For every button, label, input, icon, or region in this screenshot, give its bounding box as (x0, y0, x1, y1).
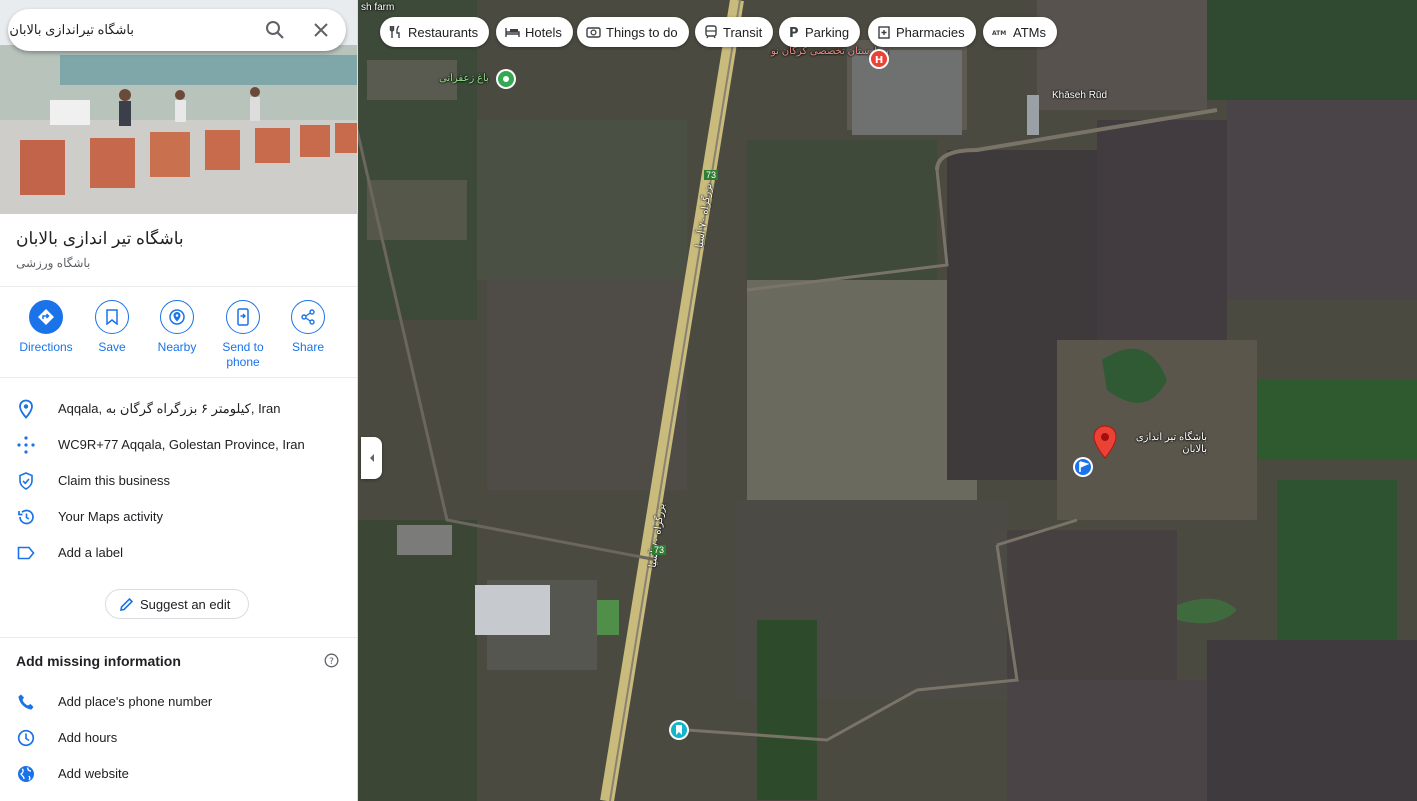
plus-code-icon (17, 436, 35, 454)
chip-parking[interactable]: P Parking (779, 17, 861, 47)
plus-code-row[interactable]: WC9R+77 Aqqala, Golestan Province, Iran (0, 427, 357, 463)
map-label-place[interactable]: باشگاه تیر اندازی بالابان (1117, 432, 1207, 456)
caret-left-icon (369, 454, 374, 462)
chip-label: Parking (805, 24, 850, 40)
chip-label: Pharmacies (896, 24, 965, 40)
chip-label: Restaurants (408, 24, 479, 40)
add-phone-text: Add place's phone number (58, 694, 213, 709)
hospital-pin-icon[interactable]: H (868, 48, 890, 70)
place-pin-icon[interactable] (1093, 425, 1117, 459)
missing-info-heading: Add missing information (16, 653, 181, 669)
add-website-row[interactable]: Add website (0, 756, 357, 792)
chip-label: Things to do (606, 24, 678, 40)
chip-pharmacies[interactable]: Pharmacies (868, 17, 976, 47)
location-pin-icon (19, 399, 33, 419)
add-label-text: Add a label (58, 545, 124, 560)
search-input[interactable]: باشگاه تیراندازی بالابان (9, 22, 134, 38)
svg-text:ATM: ATM (992, 30, 1006, 37)
divider (0, 377, 357, 378)
map-label-farm: sh farm (361, 2, 395, 13)
address-row[interactable]: Aqqala, کیلومتر ۶ بزرگراه گرگان به, Iran (0, 391, 357, 427)
share-label: Share (291, 340, 325, 354)
suggest-edit-button[interactable]: Suggest an edit (105, 589, 249, 619)
maps-activity-row[interactable]: Your Maps activity (0, 499, 357, 535)
svg-text:?: ? (329, 657, 334, 667)
chip-hotels[interactable]: Hotels (496, 17, 573, 47)
chip-restaurants[interactable]: Restaurants (380, 17, 490, 47)
claim-business-row[interactable]: Claim this business (0, 463, 357, 499)
add-website-text: Add website (58, 766, 129, 781)
add-label-row[interactable]: Add a label (0, 535, 357, 571)
chip-label: Hotels (525, 24, 562, 40)
globe-icon (18, 766, 34, 782)
send-to-phone-icon (237, 308, 249, 326)
collapse-panel-button[interactable] (361, 437, 382, 479)
save-label: Save (98, 340, 126, 354)
garden-pin-icon[interactable] (495, 68, 517, 90)
help-icon[interactable]: ? (324, 653, 339, 668)
claim-business-text: Claim this business (58, 473, 170, 488)
restaurant-icon (389, 25, 400, 38)
place-title: باشگاه تیر اندازی بالابان (16, 229, 184, 248)
flag-pin-icon[interactable] (1072, 456, 1094, 478)
pharmacy-icon (878, 26, 890, 39)
hotel-icon (505, 28, 520, 37)
add-hours-text: Add hours (58, 730, 118, 745)
add-hours-row[interactable]: Add hours (0, 720, 357, 756)
share-button[interactable]: Share (276, 300, 340, 355)
chip-things-to-do[interactable]: Things to do (577, 17, 689, 47)
plus-code-text: WC9R+77 Aqqala, Golestan Province, Iran (58, 437, 305, 452)
chip-label: Transit (723, 24, 763, 40)
place-side-panel: باشگاه تیراندازی بالابان باشگاه تیر اندا… (0, 0, 358, 801)
send-to-phone-label: Send to phone (222, 340, 264, 369)
directions-label: Directions (19, 340, 73, 354)
directions-button[interactable]: Directions (14, 300, 78, 355)
address-text: Aqqala, کیلومتر ۶ بزرگراه گرگان به, Iran (58, 401, 281, 416)
maps-activity-text: Your Maps activity (58, 509, 164, 524)
nearby-button[interactable]: Nearby (145, 300, 209, 355)
divider (0, 637, 357, 638)
chip-transit[interactable]: Transit (695, 17, 774, 47)
parking-icon: P (789, 26, 799, 39)
directions-icon (38, 309, 54, 325)
history-icon (18, 509, 34, 525)
svg-text:P: P (789, 26, 799, 39)
close-icon[interactable] (311, 20, 331, 40)
phone-icon (18, 694, 34, 710)
search-box[interactable]: باشگاه تیراندازی بالابان (8, 9, 346, 51)
save-button[interactable]: Save (80, 300, 144, 355)
nearby-icon (169, 309, 185, 325)
map-label-garden[interactable]: باغ زعفرانی (439, 73, 489, 84)
share-icon (301, 309, 315, 325)
chip-label: ATMs (1013, 24, 1046, 40)
svg-text:H: H (875, 55, 883, 66)
send-to-phone-button[interactable]: Send to phone (211, 300, 275, 370)
camera-icon (586, 27, 601, 38)
road-shield: 73 (704, 170, 719, 180)
clock-icon (17, 729, 35, 747)
suggest-edit-label: Suggest an edit (140, 597, 231, 612)
pencil-icon (120, 597, 134, 611)
map-terrain (357, 0, 1417, 801)
transit-pin-icon[interactable] (668, 719, 690, 741)
nearby-label: Nearby (157, 340, 197, 354)
atm-icon: ATM (992, 30, 1006, 37)
search-icon[interactable] (264, 19, 286, 41)
divider (0, 286, 357, 287)
shield-check-icon (19, 472, 33, 490)
bookmark-icon (106, 309, 118, 325)
satellite-map[interactable]: sh farm باغ زعفرانی بیمارستان تخصصی گرگا… (357, 0, 1417, 801)
label-icon (17, 546, 35, 560)
chip-atms[interactable]: ATM ATMs (983, 17, 1057, 47)
transit-icon (705, 25, 717, 39)
road-shield-2: 73 (652, 545, 667, 555)
place-category[interactable]: باشگاه ورزشی (16, 256, 90, 270)
add-phone-row[interactable]: Add place's phone number (0, 684, 357, 720)
map-label-river: Khāseh Rūd (1052, 90, 1108, 101)
